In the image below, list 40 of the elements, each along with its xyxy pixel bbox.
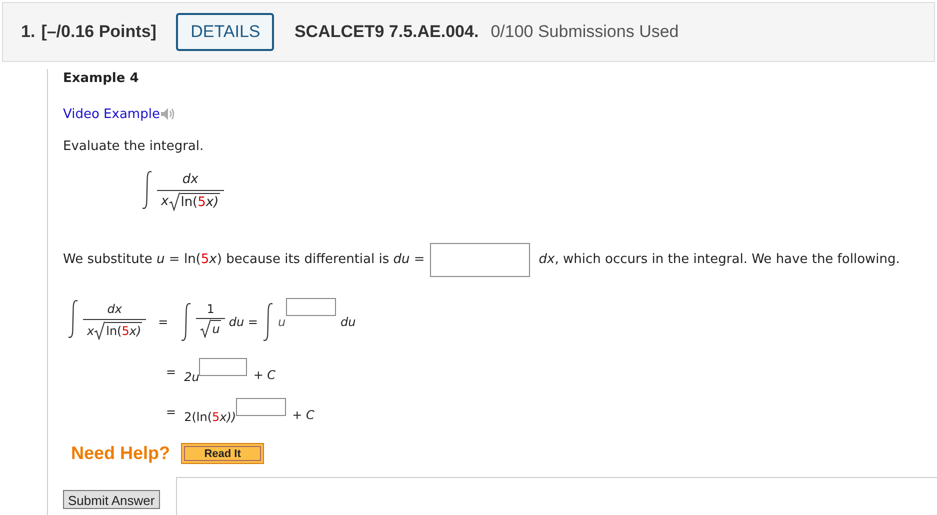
integral-sign-icon [262, 302, 274, 342]
numerator: dx [182, 170, 198, 188]
variable: u [278, 314, 286, 330]
integral-sign-icon [67, 299, 79, 340]
differential: du = [228, 314, 258, 330]
details-button[interactable]: DETAILS [176, 13, 274, 51]
points-label: [–/0.16 Points] [41, 21, 156, 44]
question-number: 1. [21, 21, 36, 44]
equals-sign: = [158, 314, 168, 330]
prompt-text: Evaluate the integral. [63, 138, 205, 156]
exponent-box[interactable] [199, 358, 248, 376]
read-it-button[interactable]: Read It [181, 443, 264, 464]
substitution-text-end: dx, which occurs in the integral. We have the following. [538, 251, 900, 269]
numerator: 1 [206, 301, 214, 318]
variable: x [161, 192, 169, 210]
radicand: ln(5x) [180, 193, 220, 211]
submissions-count: 0/100 Submissions Used [490, 21, 679, 44]
equals-sign: = [166, 364, 176, 382]
substitution-text: We substitute u = ln(5x) because its differential is du = [63, 251, 425, 269]
need-help-label: Need Help? [71, 442, 170, 466]
answer-box[interactable] [430, 242, 530, 277]
exponent-box[interactable] [286, 298, 336, 316]
speaker-icon [160, 106, 176, 122]
video-example-link[interactable]: Video Example [63, 104, 160, 124]
variable: x [87, 322, 94, 340]
submit-answer-button[interactable]: Submit Answer [63, 490, 160, 509]
equals-sign: = [166, 404, 176, 422]
exponent-box[interactable] [236, 398, 286, 416]
expression: 2u [184, 369, 200, 386]
integral-sign-icon [180, 302, 192, 342]
numerator: dx [107, 300, 122, 318]
constant-term: + C [292, 407, 314, 424]
expression: 2(ln(5x)) [184, 409, 236, 426]
constant-term: + C [253, 367, 276, 384]
integral-sign-icon [141, 170, 153, 210]
differential: du [340, 314, 356, 330]
radicand: u [211, 320, 221, 338]
example-title: Example 4 [63, 70, 140, 88]
assignment-code: SCALCET9 7.5.AE.004. [294, 21, 479, 44]
radicand: ln(5x) [105, 322, 142, 340]
